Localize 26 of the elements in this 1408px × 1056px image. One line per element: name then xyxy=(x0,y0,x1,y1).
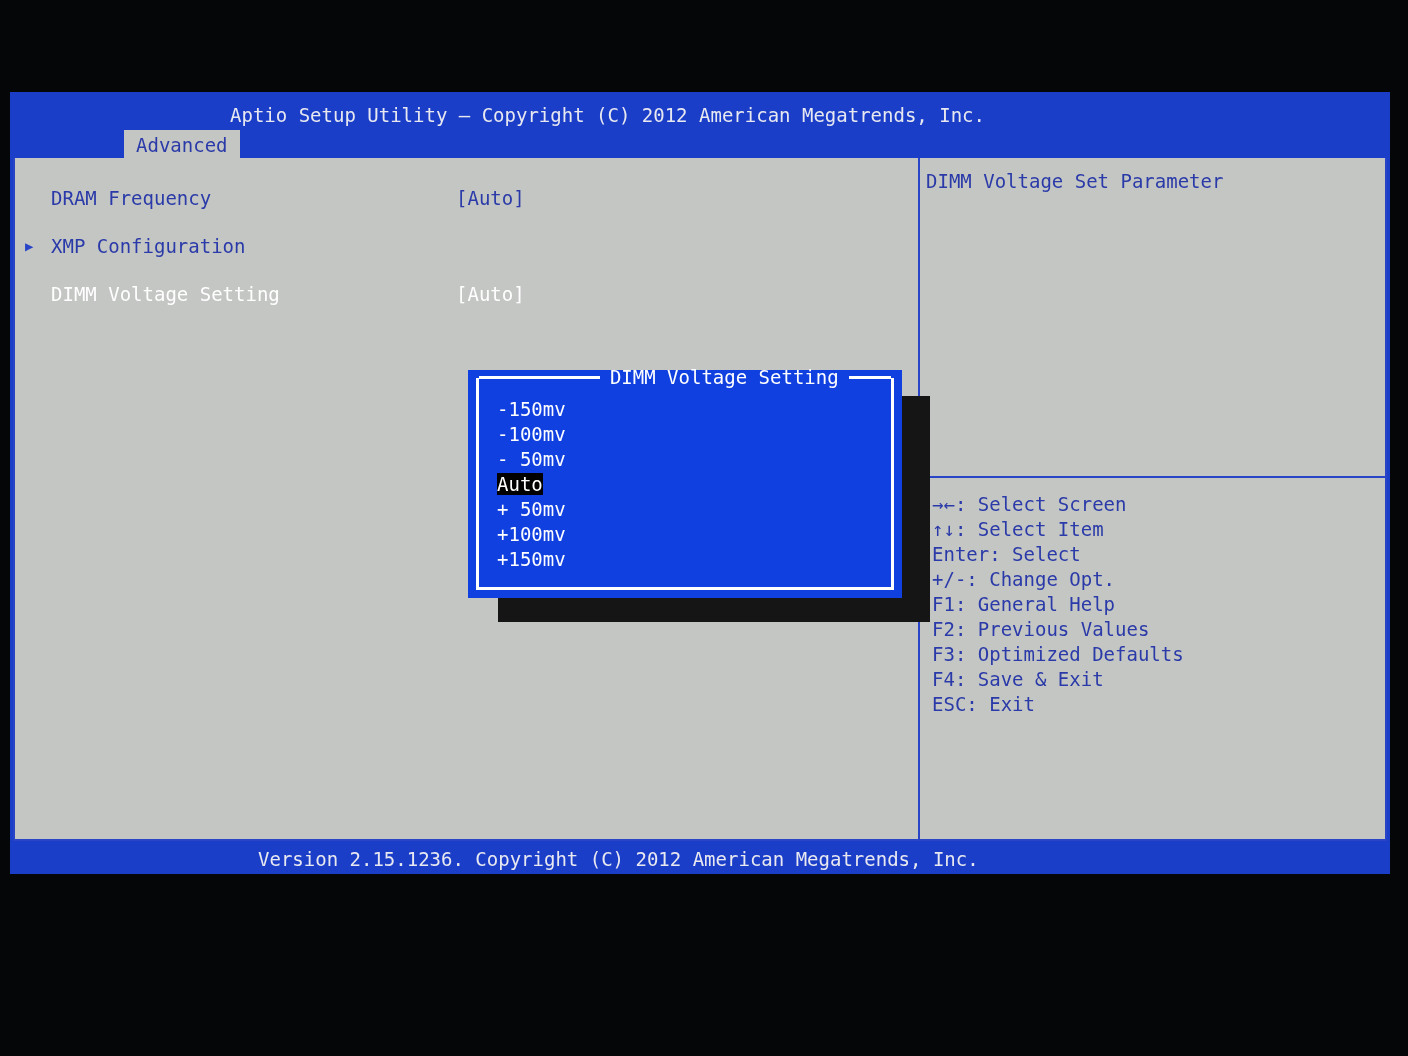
key-hint: F1: General Help xyxy=(932,594,1117,615)
key-hint: →←: Select Screen xyxy=(932,494,1128,515)
popup-option[interactable]: -150mv xyxy=(497,398,566,420)
popup-option[interactable]: +150mv xyxy=(497,548,566,570)
key-hint: ↑↓: Select Item xyxy=(932,519,1105,540)
popup-title: DIMM Voltage Setting xyxy=(608,366,840,388)
tab[interactable]: Advanced xyxy=(124,130,240,159)
key-hint: F2: Previous Values xyxy=(932,619,1151,640)
key-hint: +/-: Change Opt. xyxy=(932,569,1117,590)
key-hint: Enter: Select xyxy=(932,544,1082,565)
setting-label[interactable]: DRAM Frequency xyxy=(51,187,456,209)
key-hint: ESC: Exit xyxy=(932,694,1036,715)
submenu-marker: ▶ xyxy=(25,238,35,254)
key-hint: F3: Optimized Defaults xyxy=(932,644,1185,665)
popup-option[interactable]: + 50mv xyxy=(497,498,566,520)
setting-value: [Auto] xyxy=(456,283,525,305)
key-hint: F4: Save & Exit xyxy=(932,669,1105,690)
setting-value: [Auto] xyxy=(456,187,525,209)
popup-option[interactable]: Auto xyxy=(497,473,543,495)
setting-label[interactable]: XMP Configuration xyxy=(51,235,456,257)
popup-option[interactable]: - 50mv xyxy=(497,448,566,470)
version-footer: Version 2.15.1236. Copyright (C) 2012 American Megatrends, Inc. xyxy=(10,844,1390,874)
window-title: Aptio Setup Utility – Copyright (C) 2012 American Megatrends, Inc. xyxy=(229,103,986,126)
popup-option[interactable]: -100mv xyxy=(497,423,566,445)
popup-option[interactable]: +100mv xyxy=(497,523,566,545)
help-text: DIMM Voltage Set Parameter xyxy=(926,170,1225,192)
